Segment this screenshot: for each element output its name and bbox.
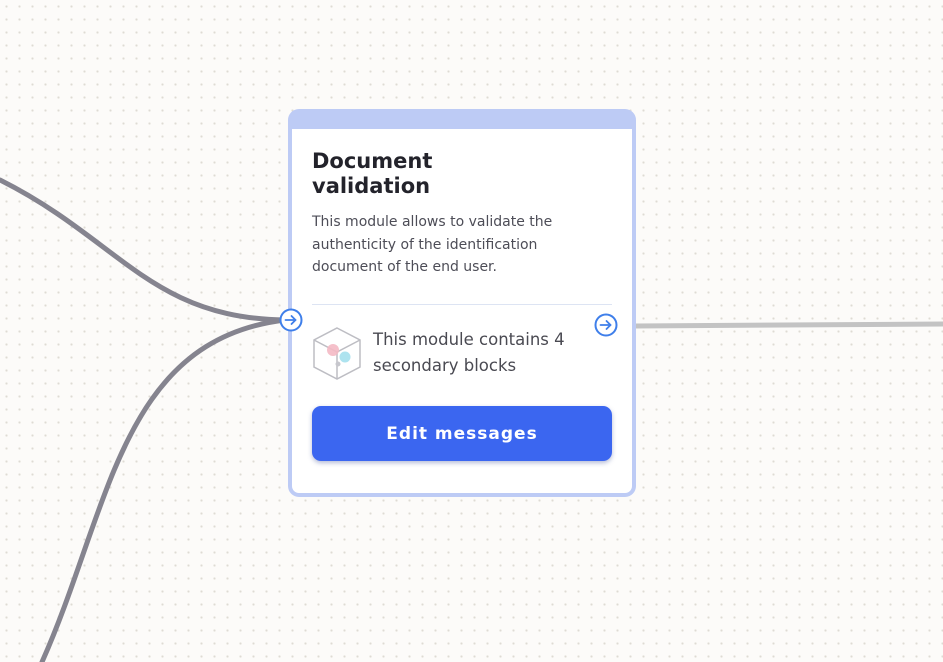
incoming-connector-top[interactable] [0, 177, 288, 323]
module-title: Document validation [312, 149, 433, 198]
edit-messages-button[interactable]: Edit messages [312, 406, 612, 461]
module-description: This module allows to validate the authe… [312, 214, 553, 275]
card-divider [312, 304, 612, 305]
input-port-icon[interactable] [279, 308, 303, 332]
output-port-icon[interactable] [594, 313, 618, 337]
module-card[interactable]: Document validation This module allows t… [288, 109, 636, 497]
cube-icon [313, 327, 361, 380]
secondary-blocks-info: This module contains 4 secondary blocks [373, 330, 565, 375]
outgoing-connector[interactable] [635, 321, 943, 329]
incoming-connector-bottom[interactable] [39, 317, 288, 662]
